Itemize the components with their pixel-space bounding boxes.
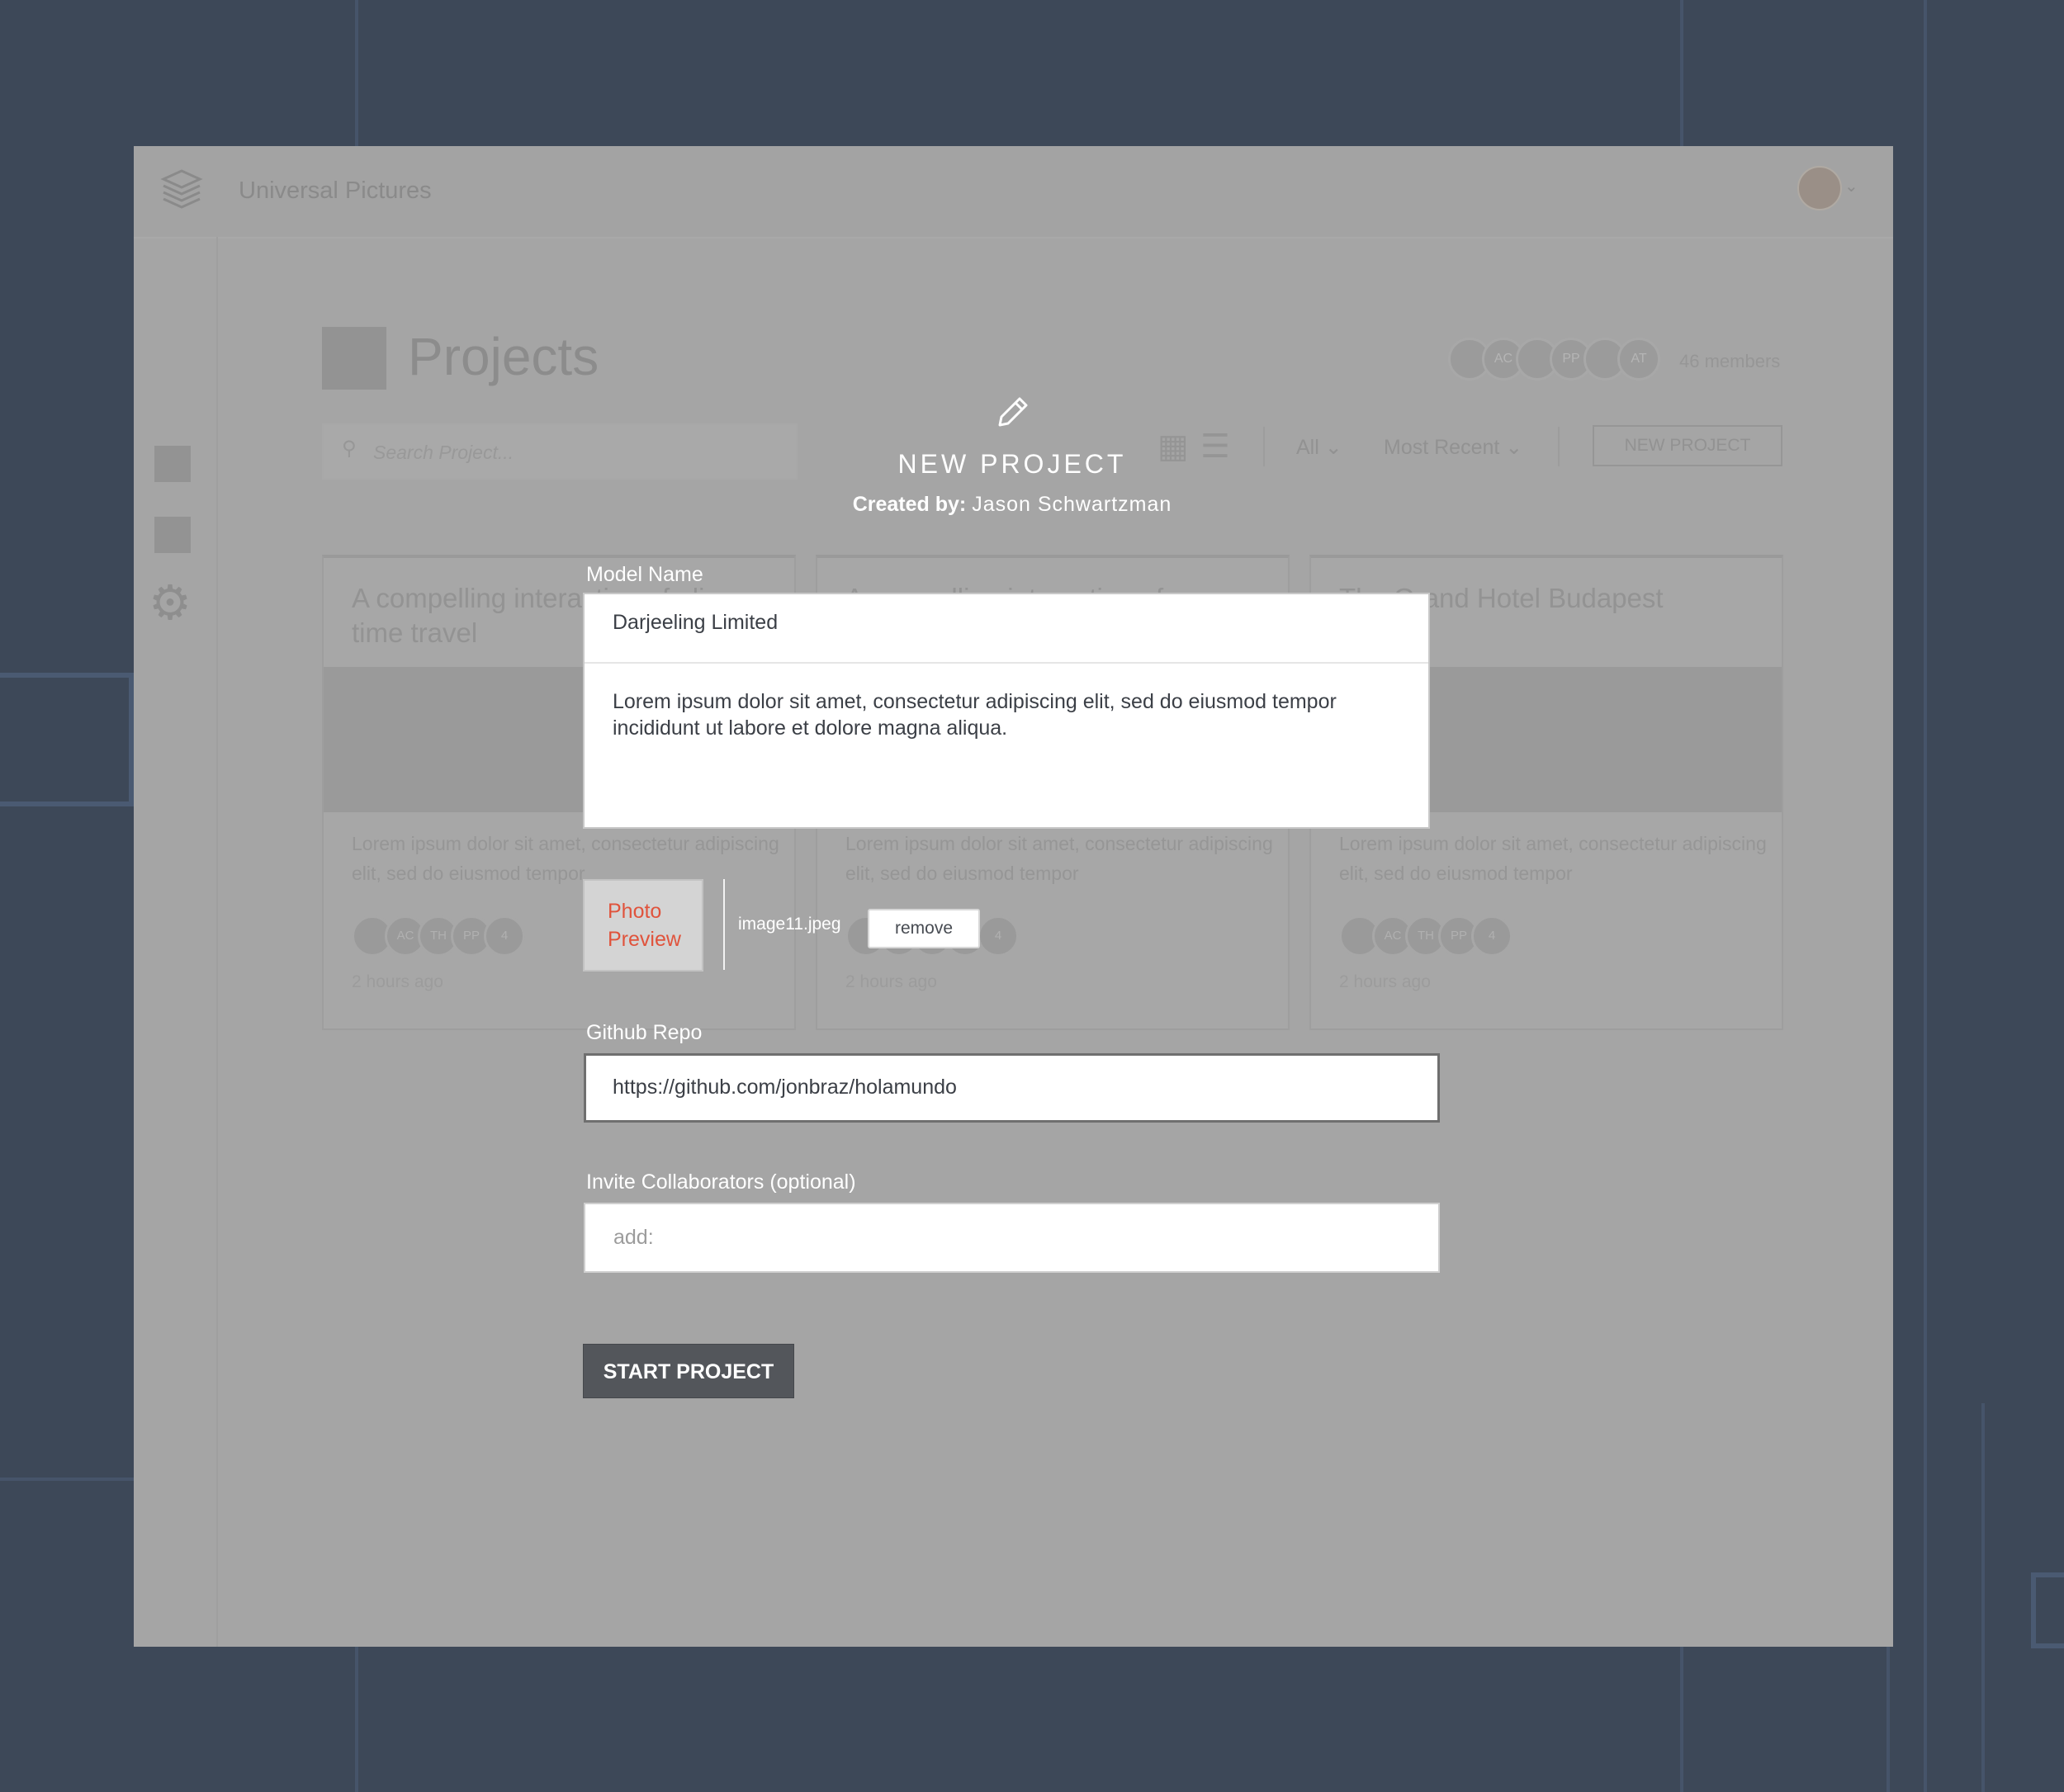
pencil-icon (998, 397, 1028, 427)
user-avatar[interactable] (1797, 166, 1842, 210)
filter-dropdown[interactable]: All ⌄ (1296, 435, 1342, 460)
github-repo-label: Github Repo (586, 1021, 703, 1044)
model-name-label: Model Name (586, 563, 703, 586)
card-avatars: AC TH PP 4 (352, 915, 599, 957)
card-description: Lorem ipsum dolor sit amet, consectetur … (1339, 833, 1767, 884)
card-avatars: AC TH PP 4 (1339, 915, 1587, 957)
created-by-value: Jason Schwartzman (972, 493, 1172, 516)
divider (723, 879, 725, 970)
created-by-label: Created by: (852, 493, 967, 516)
github-repo-field[interactable]: https://github.com/jonbraz/holamundo (584, 1053, 1440, 1123)
avatar: AT (1617, 338, 1660, 381)
divider (1558, 427, 1560, 466)
invite-label: Invite Collaborators (optional) (586, 1170, 856, 1194)
model-name-field[interactable]: Darjeeling Limited (613, 611, 778, 635)
created-by: Created by: Jason Schwartzman (793, 493, 1232, 517)
remove-button[interactable]: remove (868, 909, 980, 948)
photo-preview[interactable]: Photo Preview (583, 879, 703, 972)
org-name: Universal Pictures (239, 177, 432, 204)
chevron-down-icon: ⌄ (1505, 436, 1523, 459)
avatar: 4 (1471, 915, 1512, 957)
filter-label: All (1296, 436, 1319, 459)
new-project-button[interactable]: NEW PROJECT (1593, 425, 1782, 466)
invite-placeholder: add: (613, 1226, 654, 1249)
avatar: 4 (978, 915, 1019, 957)
sidebar-item-2-icon[interactable] (154, 517, 191, 553)
members-count[interactable]: 46 members (1679, 351, 1780, 372)
card-timestamp: 2 hours ago (1339, 972, 1431, 991)
page-title: Projects (408, 327, 599, 386)
projects-icon (322, 327, 386, 390)
card-description: Lorem ipsum dolor sit amet, consectetur … (845, 833, 1273, 884)
chevron-down-icon[interactable]: ⌄ (1844, 176, 1858, 196)
top-bar: Universal Pictures ⌄ (134, 146, 1893, 239)
start-project-button[interactable]: START PROJECT (583, 1344, 794, 1398)
github-repo-value: https://github.com/jonbraz/holamundo (613, 1076, 957, 1099)
invite-collaborators-field[interactable]: add: (584, 1203, 1440, 1273)
app-window: Universal Pictures ⌄ ⚙ Projects AC PP AT… (134, 146, 1893, 1647)
search-icon: ⚲ (342, 437, 357, 460)
file-name: image11.jpeg (738, 915, 841, 934)
sidebar-item-1-icon[interactable] (154, 446, 191, 482)
list-view-icon[interactable]: ☰ (1200, 430, 1230, 463)
search-placeholder: Search Project... (373, 442, 514, 463)
logo-icon (160, 169, 203, 209)
avatar: 4 (484, 915, 525, 957)
sidebar: ⚙ (134, 237, 218, 1647)
divider (1263, 427, 1265, 466)
sort-label: Most Recent (1384, 436, 1500, 459)
gear-icon[interactable]: ⚙ (149, 579, 192, 627)
photo-preview-label: Photo Preview (608, 900, 681, 951)
search-input[interactable]: ⚲ Search Project... (322, 423, 798, 480)
model-fields: Darjeeling Limited Lorem ipsum dolor sit… (583, 593, 1430, 829)
card-timestamp: 2 hours ago (845, 972, 937, 991)
chevron-down-icon: ⌄ (1324, 436, 1342, 459)
card-description: Lorem ipsum dolor sit amet, consectetur … (352, 833, 779, 884)
modal-title: NEW PROJECT (897, 449, 1127, 479)
description-field[interactable]: Lorem ipsum dolor sit amet, consectetur … (613, 688, 1413, 741)
divider (585, 662, 1428, 664)
sort-dropdown[interactable]: Most Recent ⌄ (1384, 435, 1522, 460)
card-timestamp: 2 hours ago (352, 972, 443, 991)
